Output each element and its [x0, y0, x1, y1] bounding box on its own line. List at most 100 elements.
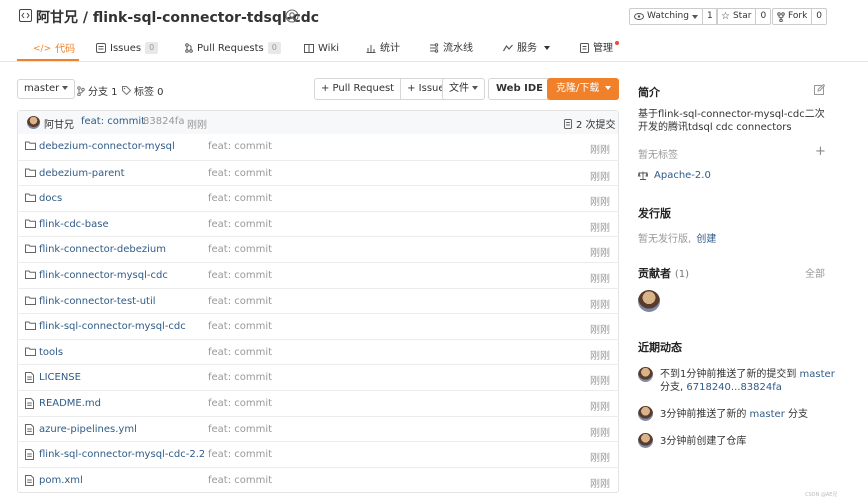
add-tag-icon[interactable]: +	[815, 145, 826, 158]
file-name-link[interactable]: flink-sql-connector-mysql-cdc-2.2-...	[39, 449, 204, 460]
file-row[interactable]: debezium-parent feat: commit 刚刚	[17, 159, 619, 186]
eye-icon	[634, 13, 644, 20]
tab-service[interactable]: 服务	[503, 40, 550, 58]
file-dropdown-button[interactable]: 文件	[442, 78, 485, 100]
tags-link[interactable]: 标签 0	[122, 83, 164, 98]
fork-icon	[777, 11, 785, 22]
repo-title-separator: /	[82, 10, 88, 26]
file-name-link[interactable]: flink-sql-connector-mysql-cdc	[39, 321, 186, 332]
web-ide-button[interactable]: Web IDE	[488, 78, 551, 100]
file-row[interactable]: flink-sql-connector-mysql-cdc feat: commi…	[17, 313, 619, 339]
commit-hash[interactable]: 83824fa	[143, 116, 184, 127]
repo-settings-icon[interactable]	[285, 9, 299, 23]
tab-manage[interactable]: 管理	[580, 40, 619, 58]
file-name-link[interactable]: docs	[39, 193, 62, 204]
license-link[interactable]: Apache-2.0	[638, 170, 711, 181]
file-row[interactable]: flink-connector-debezium feat: commit 刚刚	[17, 236, 619, 262]
fork-count[interactable]: 0	[812, 9, 826, 24]
tab-code[interactable]: </> 代码	[33, 40, 75, 58]
activity-branch-link[interactable]: master	[750, 409, 785, 420]
file-name-link[interactable]: tools	[39, 347, 63, 358]
activity-text-line2: 分支,	[660, 382, 684, 393]
file-name-link[interactable]: debezium-parent	[39, 168, 125, 179]
commit-message[interactable]: feat: commit	[81, 116, 145, 127]
activity-item: 不到1分钟前推送了新的提交到 master 分支, 6718240...8382…	[660, 368, 840, 394]
branch-select[interactable]: master	[17, 79, 76, 99]
contributor-avatar[interactable]	[638, 290, 660, 312]
activity-branch-link[interactable]: master	[800, 369, 835, 380]
watch-button[interactable]: Watching	[630, 9, 703, 24]
file-row[interactable]: flink-sql-connector-mysql-cdc-2.2-... fea…	[17, 441, 619, 467]
no-tags-text: 暂无标签	[638, 150, 678, 161]
tab-wiki[interactable]: Wiki	[304, 40, 339, 58]
file-row[interactable]: docs feat: commit 刚刚	[17, 185, 619, 211]
star-count[interactable]: 0	[756, 9, 770, 24]
file-name-link[interactable]: LICENSE	[39, 372, 81, 383]
activity-item: 3分钟前创建了仓库	[660, 435, 746, 448]
file-commit-message[interactable]: feat: commit	[208, 347, 272, 358]
file-name-link[interactable]: README.md	[39, 398, 101, 409]
branches-link[interactable]: 分支 1	[77, 83, 118, 98]
commit-author-avatar[interactable]	[27, 116, 40, 129]
all-contributors-link[interactable]: 全部	[805, 265, 825, 280]
file-name-link[interactable]: flink-cdc-base	[39, 219, 109, 230]
commit-author[interactable]: 阿甘兄	[44, 116, 74, 131]
create-release-link[interactable]: 创建	[696, 234, 716, 245]
file-commit-message[interactable]: feat: commit	[208, 219, 272, 230]
folder-icon	[25, 168, 36, 177]
star-button[interactable]: ☆ Star	[717, 9, 757, 24]
activity-avatar[interactable]	[638, 367, 653, 382]
file-row[interactable]: flink-connector-test-util feat: commit 刚刚	[17, 287, 619, 314]
repo-owner-link[interactable]: 阿甘兄	[36, 10, 78, 26]
file-commit-message[interactable]: feat: commit	[208, 424, 272, 435]
file-row[interactable]: debezium-connector-mysql feat: commit 刚刚	[17, 134, 619, 160]
folder-icon	[25, 219, 36, 228]
edit-intro-icon[interactable]	[814, 84, 825, 95]
tab-pull-requests[interactable]: Pull Requests 0	[185, 40, 281, 58]
file-name-link[interactable]: flink-connector-debezium	[39, 244, 166, 255]
file-row[interactable]: pom.xml feat: commit 刚刚	[17, 466, 619, 493]
file-commit-time: 刚刚	[590, 402, 610, 413]
tab-pipeline[interactable]: 流水线	[429, 40, 473, 58]
commits-count-link[interactable]: 2 次提交	[564, 116, 616, 131]
file-row[interactable]: tools feat: commit 刚刚	[17, 338, 619, 365]
manage-notification-dot	[615, 41, 619, 45]
file-commit-message[interactable]: feat: commit	[208, 193, 272, 204]
activity-commit-range-link[interactable]: 6718240...83824fa	[686, 382, 782, 393]
file-commit-time: 刚刚	[590, 350, 610, 362]
file-name-link[interactable]: flink-connector-test-util	[39, 296, 156, 307]
file-commit-message[interactable]: feat: commit	[208, 449, 272, 460]
file-name-link[interactable]: azure-pipelines.yml	[39, 424, 137, 435]
new-pull-request-button[interactable]: + Pull Request	[315, 79, 402, 99]
activity-avatar[interactable]	[638, 406, 653, 421]
file-name-link[interactable]: debezium-connector-mysql	[39, 141, 175, 152]
clone-download-button[interactable]: 克隆/下载	[547, 78, 619, 100]
file-row[interactable]: LICENSE feat: commit 刚刚	[17, 364, 619, 390]
tab-issues[interactable]: Issues 0	[96, 40, 159, 58]
file-commit-message[interactable]: feat: commit	[208, 321, 272, 332]
file-row[interactable]: azure-pipelines.yml feat: commit 刚刚	[17, 415, 619, 442]
branch-select-label: master	[24, 83, 60, 94]
tab-stats[interactable]: 统计	[366, 40, 400, 58]
activity-avatar[interactable]	[638, 433, 653, 448]
file-commit-message[interactable]: feat: commit	[208, 168, 272, 179]
tags-label: 标签 0	[134, 87, 164, 98]
file-name-link[interactable]: flink-connector-mysql-cdc	[39, 270, 168, 281]
file-commit-message[interactable]: feat: commit	[208, 270, 272, 281]
file-commit-message[interactable]: feat: commit	[208, 141, 272, 152]
contributors-title-label: 贡献者	[638, 267, 671, 280]
file-commit-message[interactable]: feat: commit	[208, 475, 272, 486]
file-commit-message[interactable]: feat: commit	[208, 372, 272, 383]
file-row[interactable]: flink-connector-mysql-cdc feat: commit 刚刚	[17, 262, 619, 288]
fork-button[interactable]: Fork	[773, 9, 813, 24]
activity-text-post: 分支	[784, 409, 808, 420]
file-row[interactable]: README.md feat: commit 刚刚	[17, 390, 619, 416]
file-commit-message[interactable]: feat: commit	[208, 398, 272, 409]
watch-count[interactable]: 1	[703, 9, 717, 24]
file-commit-time: 刚刚	[590, 274, 610, 285]
file-name-link[interactable]: pom.xml	[39, 475, 83, 486]
file-commit-message[interactable]: feat: commit	[208, 296, 272, 307]
file-commit-message[interactable]: feat: commit	[208, 244, 272, 255]
activity-text: 3分钟前创建了仓库	[660, 436, 747, 447]
file-row[interactable]: flink-cdc-base feat: commit 刚刚	[17, 210, 619, 237]
